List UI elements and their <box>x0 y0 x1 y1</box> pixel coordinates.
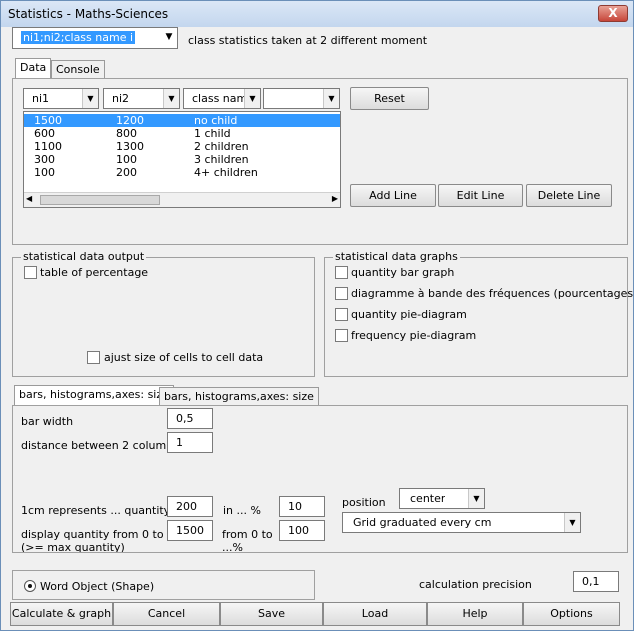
position-value: center <box>410 492 446 505</box>
tab-size-2[interactable]: bars, histograms,axes: size <box>159 387 319 406</box>
column-combo-value: ni2 <box>112 92 130 105</box>
graphs-group-title: statistical data graphs <box>333 250 460 263</box>
column-combo-empty[interactable]: ▼ <box>263 88 340 109</box>
scroll-right-icon[interactable]: ▶ <box>332 194 338 203</box>
quantity-pie-diagram-label: quantity pie-diagram <box>351 308 467 321</box>
chevron-down-icon[interactable]: ▼ <box>82 89 98 108</box>
tab-data[interactable]: Data <box>15 58 52 79</box>
radio-dot-icon <box>28 584 32 588</box>
distance-field[interactable]: 1 <box>167 432 213 453</box>
add-line-button[interactable]: Add Line <box>350 184 436 207</box>
chevron-down-icon[interactable]: ▼ <box>161 28 177 47</box>
frequency-band-diagram-checkbox[interactable] <box>335 287 348 300</box>
row-cell-ni2: 1300 <box>116 140 144 153</box>
quantity-bar-graph-checkbox[interactable] <box>335 266 348 279</box>
chevron-down-icon[interactable]: ▼ <box>323 89 339 108</box>
column-combo-ni2[interactable]: ni2 ▼ <box>103 88 180 109</box>
statistics-window: Statistics - Maths-Sciences X ni1;ni2;cl… <box>0 0 634 631</box>
data-list[interactable]: 1500 1200 no child 600 800 1 child 1100 1300 2 c… <box>23 111 341 208</box>
calc-precision-field[interactable]: 0,1 <box>573 571 619 592</box>
word-object-radio[interactable] <box>24 580 36 592</box>
table-row[interactable]: 100 200 4+ children <box>24 166 340 179</box>
row-cell-name: no child <box>194 114 238 127</box>
tab-console[interactable]: Console <box>51 60 105 79</box>
row-cell-ni1: 100 <box>34 166 55 179</box>
chevron-down-icon[interactable]: ▼ <box>163 89 179 108</box>
bar-width-field[interactable]: 0,5 <box>167 408 213 429</box>
row-cell-ni1: 600 <box>34 127 55 140</box>
ajust-cells-label: ajust size of cells to cell data <box>104 351 264 364</box>
row-cell-ni2: 200 <box>116 166 137 179</box>
row-cell-ni2: 100 <box>116 153 137 166</box>
from-zero-field[interactable]: 100 <box>279 520 325 541</box>
options-button[interactable]: Options <box>523 602 620 626</box>
title-bar: Statistics - Maths-Sciences X <box>1 1 633 27</box>
calc-precision-label: calculation precision <box>419 578 532 591</box>
grid-combo[interactable]: Grid graduated every cm ▼ <box>342 512 581 533</box>
row-cell-name: 1 child <box>194 127 231 140</box>
position-combo[interactable]: center ▼ <box>399 488 485 509</box>
tab-size-1[interactable]: bars, histograms,axes: size <box>14 385 174 406</box>
horizontal-scrollbar[interactable]: ◀ ▶ <box>24 192 340 207</box>
load-button[interactable]: Load <box>323 602 427 626</box>
position-label: position <box>342 496 386 509</box>
chevron-down-icon[interactable]: ▼ <box>244 89 260 108</box>
cm-represents-field[interactable]: 200 <box>167 496 213 517</box>
help-button[interactable]: Help <box>427 602 523 626</box>
table-of-percentage-checkbox[interactable] <box>24 266 37 279</box>
chevron-down-icon[interactable]: ▼ <box>564 513 580 532</box>
from-zero-label-1: from 0 to <box>222 528 273 541</box>
table-of-percentage-label: table of percentage <box>40 266 149 279</box>
edit-line-button[interactable]: Edit Line <box>438 184 523 207</box>
table-row[interactable]: 1100 1300 2 children <box>24 140 340 153</box>
in-percent-field[interactable]: 10 <box>279 496 325 517</box>
chevron-down-icon[interactable]: ▼ <box>468 489 484 508</box>
quantity-pie-diagram-checkbox[interactable] <box>335 308 348 321</box>
bar-width-label: bar width <box>21 415 74 428</box>
table-row[interactable]: 1500 1200 no child <box>24 114 340 127</box>
quantity-bar-graph-label: quantity bar graph <box>351 266 455 279</box>
frequency-pie-diagram-checkbox[interactable] <box>335 329 348 342</box>
column-combo-ni1[interactable]: ni1 ▼ <box>23 88 99 109</box>
close-button[interactable]: X <box>598 5 628 22</box>
dataset-type-value: ni1;ni2;class name i <box>21 31 136 44</box>
save-button[interactable]: Save <box>220 602 323 626</box>
row-cell-name: 4+ children <box>194 166 258 179</box>
column-combo-value: class name <box>192 92 248 105</box>
table-row[interactable]: 300 100 3 children <box>24 153 340 166</box>
in-percent-label: in ... % <box>223 504 261 517</box>
scroll-left-icon[interactable]: ◀ <box>26 194 32 203</box>
row-cell-ni1: 300 <box>34 153 55 166</box>
grid-value: Grid graduated every cm <box>353 516 492 529</box>
delete-line-button[interactable]: Delete Line <box>526 184 612 207</box>
display-quantity-label: display quantity from 0 to ... <box>21 528 178 541</box>
table-row[interactable]: 600 800 1 child <box>24 127 340 140</box>
ajust-cells-checkbox[interactable] <box>87 351 100 364</box>
distance-label: distance between 2 columns <box>21 439 179 452</box>
frequency-pie-diagram-label: frequency pie-diagram <box>351 329 477 342</box>
dataset-type-combo[interactable]: ni1;ni2;class name i ▼ <box>12 27 178 49</box>
word-object-label: Word Object (Shape) <box>40 580 155 593</box>
max-quantity-note: (>= max quantity) <box>21 541 125 552</box>
row-cell-name: 3 children <box>194 153 249 166</box>
display-quantity-field[interactable]: 1500 <box>167 520 213 541</box>
output-group-title: statistical data output <box>21 250 147 263</box>
cm-represents-label: 1cm represents ... quantity <box>21 504 171 517</box>
column-combo-value: ni1 <box>32 92 50 105</box>
row-cell-name: 2 children <box>194 140 249 153</box>
scrollbar-thumb[interactable] <box>40 195 160 205</box>
dataset-description: class statistics taken at 2 different mo… <box>188 34 428 47</box>
from-zero-label-2: ...% <box>222 541 243 552</box>
row-cell-ni1: 1100 <box>34 140 62 153</box>
reset-button[interactable]: Reset <box>350 87 429 110</box>
window-title: Statistics - Maths-Sciences <box>8 7 169 21</box>
calculate-graph-button[interactable]: Calculate & graph <box>10 602 113 626</box>
cancel-button[interactable]: Cancel <box>113 602 220 626</box>
row-cell-ni2: 1200 <box>116 114 144 127</box>
row-cell-ni1: 1500 <box>34 114 62 127</box>
frequency-band-diagram-label: diagramme à bande des fréquences (pource… <box>351 287 634 300</box>
row-cell-ni2: 800 <box>116 127 137 140</box>
column-combo-class-name[interactable]: class name ▼ <box>183 88 261 109</box>
